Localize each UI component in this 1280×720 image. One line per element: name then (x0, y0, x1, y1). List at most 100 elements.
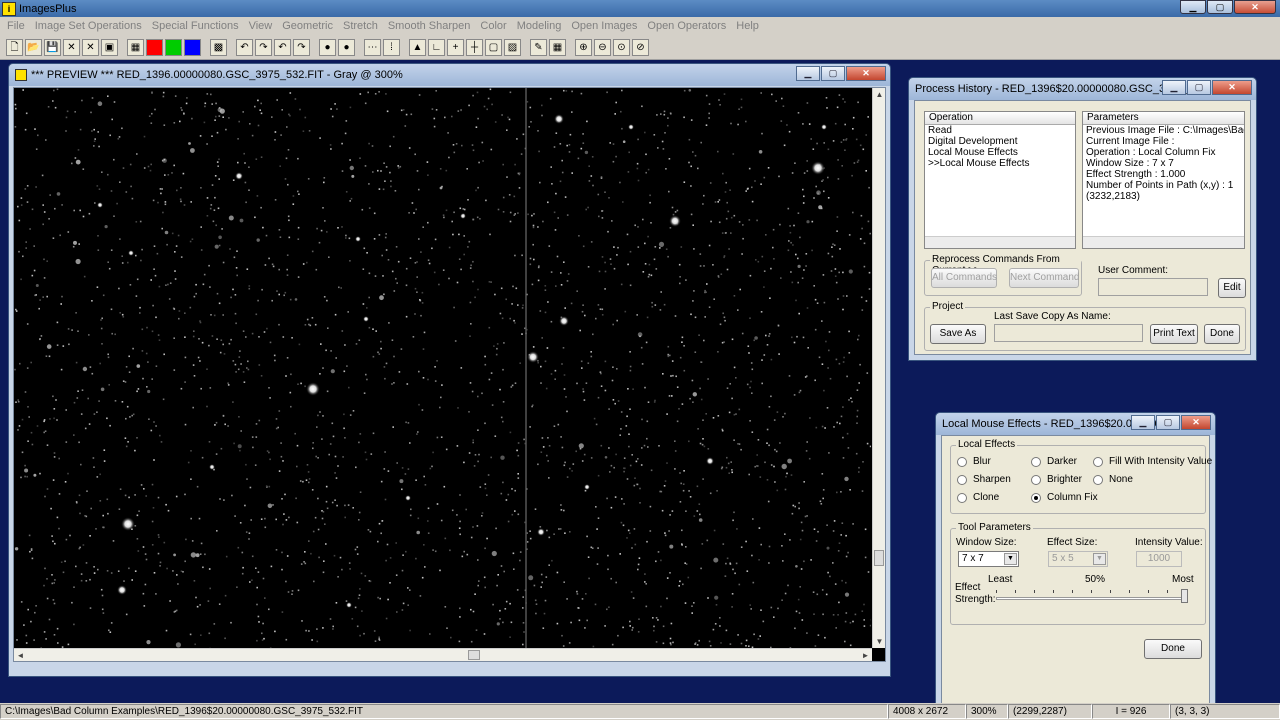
parameters-header[interactable]: Parameters (1083, 112, 1244, 125)
undo-icon[interactable]: ↶ (236, 38, 253, 56)
effect-strength-slider[interactable] (996, 587, 1188, 605)
triangle-icon[interactable]: ▲ (409, 38, 426, 56)
clone-radio[interactable]: Clone (957, 492, 999, 503)
preview-horizontal-scrollbar[interactable]: ◄ ► (14, 648, 872, 661)
grid-icon[interactable]: ▩ (210, 38, 227, 56)
scroll-right-icon[interactable]: ► (859, 649, 872, 662)
zoom-reset-icon[interactable]: ⊘ (632, 38, 649, 56)
zoom-out-icon[interactable]: ⊖ (594, 38, 611, 56)
intensity-field[interactable]: 1000 (1136, 551, 1182, 567)
redo-all-icon[interactable]: ↷ (293, 38, 310, 56)
effect-size-select[interactable]: 5 x 5 ▼ (1048, 551, 1108, 567)
menu-file[interactable]: File (2, 20, 30, 32)
le-done-button[interactable]: Done (1144, 639, 1202, 659)
column-fix-radio-indicator[interactable] (1031, 492, 1041, 503)
zoom-fit-icon[interactable]: ⊙ (613, 38, 630, 56)
pencil-icon[interactable]: ✎ (530, 38, 547, 56)
close-all-icon[interactable]: ✕ (82, 38, 99, 56)
window-size-select[interactable]: 7 x 7 ▼ (958, 551, 1019, 567)
scroll-up-icon[interactable]: ▲ (873, 88, 886, 101)
scroll-down-icon[interactable]: ▼ (873, 635, 886, 648)
copy-icon[interactable]: ▣ (101, 38, 118, 56)
le-minimize-button[interactable]: ▁ (1131, 415, 1155, 430)
photo-icon[interactable]: ▨ (504, 38, 521, 56)
operation-item[interactable]: Local Mouse Effects (925, 147, 1075, 158)
menu-geometric[interactable]: Geometric (277, 20, 338, 32)
chevron-down-icon[interactable]: ▼ (1004, 553, 1017, 565)
parameters-list[interactable]: Parameters Previous Image File : C:\Imag… (1082, 111, 1245, 249)
circle-select-icon[interactable]: ● (319, 38, 336, 56)
circle-select-red-icon[interactable]: ● (338, 38, 355, 56)
app-icon[interactable]: i (2, 1, 16, 16)
points-icon[interactable]: ⁞ (383, 38, 400, 56)
plus-icon[interactable]: + (447, 38, 464, 56)
menu-modeling[interactable]: Modeling (512, 20, 567, 32)
fill-intensity-radio[interactable]: Fill With Intensity Value (1093, 456, 1212, 467)
next-command-button[interactable]: Next Command (1009, 268, 1079, 288)
menu-help[interactable]: Help (731, 20, 764, 32)
app-minimize-button[interactable]: ▁ (1180, 0, 1206, 14)
zoom-in-icon[interactable]: ⊕ (575, 38, 592, 56)
save-as-button[interactable]: Save As (930, 324, 986, 344)
brighter-radio[interactable]: Brighter (1031, 474, 1082, 485)
star-field-image[interactable] (14, 88, 871, 660)
preview-vertical-scrollbar[interactable]: ▲ ▼ (872, 88, 885, 648)
ph-close-button[interactable]: ✕ (1212, 80, 1252, 95)
redo-icon[interactable]: ↷ (255, 38, 272, 56)
app-close-button[interactable]: ✕ (1234, 0, 1276, 14)
slider-thumb[interactable] (1181, 589, 1188, 603)
rgb-channels-icon[interactable]: ▦ (127, 38, 144, 56)
red-channel-icon[interactable]: ■ (146, 38, 163, 56)
darker-radio-indicator[interactable] (1031, 456, 1041, 467)
operation-item[interactable]: >>Local Mouse Effects (925, 158, 1075, 169)
scroll-left-icon[interactable]: ◄ (14, 649, 27, 662)
parameters-list-scrollbar[interactable] (1083, 236, 1244, 248)
blur-radio-indicator[interactable] (957, 456, 967, 467)
menu-color[interactable]: Color (475, 20, 511, 32)
menu-image-set-operations[interactable]: Image Set Operations (30, 20, 147, 32)
ph-done-button[interactable]: Done (1204, 324, 1240, 344)
app-maximize-button[interactable]: ▢ (1207, 0, 1233, 14)
operation-list[interactable]: Operation Read Digital Development Local M… (924, 111, 1076, 249)
preview-close-button[interactable]: ✕ (846, 66, 886, 81)
vertical-scroll-thumb[interactable] (874, 550, 884, 566)
user-comment-field[interactable] (1098, 278, 1208, 296)
dots-icon[interactable]: ⋯ (364, 38, 381, 56)
operation-header[interactable]: Operation (925, 112, 1075, 125)
undo-all-icon[interactable]: ↶ (274, 38, 291, 56)
sharpen-radio[interactable]: Sharpen (957, 474, 1011, 485)
brighter-radio-indicator[interactable] (1031, 474, 1041, 485)
green-channel-icon[interactable]: ■ (165, 38, 182, 56)
ph-minimize-button[interactable]: ▁ (1162, 80, 1186, 95)
fill-intensity-radio-indicator[interactable] (1093, 456, 1103, 467)
blue-channel-icon[interactable]: ■ (184, 38, 201, 56)
none-radio-indicator[interactable] (1093, 474, 1103, 485)
menu-smooth-sharpen[interactable]: Smooth Sharpen (383, 20, 476, 32)
clone-radio-indicator[interactable] (957, 492, 967, 503)
menu-open-operators[interactable]: Open Operators (642, 20, 731, 32)
none-radio[interactable]: None (1093, 474, 1133, 485)
operation-item[interactable]: Read (925, 125, 1075, 136)
sharpen-radio-indicator[interactable] (957, 474, 967, 485)
ph-maximize-button[interactable]: ▢ (1187, 80, 1211, 95)
close-image-icon[interactable]: ✕ (63, 38, 80, 56)
all-commands-button[interactable]: All Commands (931, 268, 997, 288)
le-close-button[interactable]: ✕ (1181, 415, 1211, 430)
chevron-down-icon[interactable]: ▼ (1093, 553, 1106, 565)
print-text-button[interactable]: Print Text (1150, 324, 1198, 344)
new-icon[interactable]: 🗋 (6, 38, 23, 56)
preview-maximize-button[interactable]: ▢ (821, 66, 845, 81)
edit-button[interactable]: Edit (1218, 278, 1246, 298)
darker-radio[interactable]: Darker (1031, 456, 1077, 467)
box-icon[interactable]: ▢ (485, 38, 502, 56)
axes-icon[interactable]: ∟ (428, 38, 445, 56)
last-save-name-field[interactable] (994, 324, 1143, 342)
menu-view[interactable]: View (244, 20, 278, 32)
table-icon[interactable]: ▦ (549, 38, 566, 56)
crosshair-icon[interactable]: ┼ (466, 38, 483, 56)
preview-minimize-button[interactable]: ▁ (796, 66, 820, 81)
column-fix-radio[interactable]: Column Fix (1031, 492, 1098, 503)
save-icon[interactable]: 💾 (44, 38, 61, 56)
menu-special-functions[interactable]: Special Functions (147, 20, 244, 32)
blur-radio[interactable]: Blur (957, 456, 991, 467)
